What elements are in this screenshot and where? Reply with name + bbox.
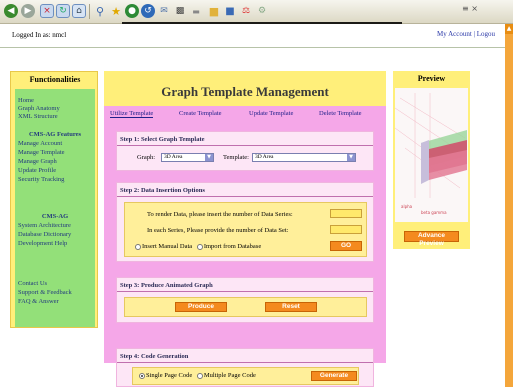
preview-title: Preview: [417, 74, 446, 83]
code-type-radios: Single Page Code Multiple Page Code: [139, 372, 256, 379]
sidebar-item-security-tracking[interactable]: Security Tracking: [18, 176, 64, 183]
messenger-icon[interactable]: ■: [223, 4, 237, 18]
produce-box: Produce Reset: [124, 297, 367, 317]
edit-icon[interactable]: ▬: [189, 4, 203, 18]
multiple-page-label: Multiple Page Code: [203, 372, 256, 379]
data-options-box: To render Data, please insert the number…: [124, 202, 367, 257]
sidebar-item-xml-structure[interactable]: XML Structure: [18, 113, 58, 120]
search-icon[interactable]: ⚲: [93, 4, 107, 18]
folder-icon[interactable]: ■: [207, 4, 221, 18]
tab-create-template[interactable]: Create Template: [179, 110, 222, 117]
media-icon[interactable]: ●: [125, 4, 139, 18]
data-series-label: To render Data, please insert the number…: [147, 211, 293, 218]
step-produce-graph: Step 3: Produce Animated Graph Produce R…: [116, 277, 374, 323]
forward-icon[interactable]: ▶: [21, 4, 35, 18]
sidebar-section-cms-features: CMS-AG Features: [28, 131, 82, 138]
sidebar-item-database-dictionary[interactable]: Database Dictionary: [18, 231, 71, 238]
import-database-radio[interactable]: [196, 243, 203, 250]
tab-utilize-template[interactable]: Utilize Template: [110, 110, 154, 118]
tab-update-template[interactable]: Update Template: [249, 110, 293, 117]
step1-title: Step 1: Select Graph Template: [120, 136, 205, 143]
stop-icon[interactable]: ×: [40, 4, 54, 18]
page-title: Graph Template Management: [161, 84, 329, 99]
data-series-input[interactable]: [330, 209, 362, 218]
print-icon[interactable]: ▩: [173, 4, 187, 18]
step-select-template: Step 1: Select Graph Template Graph: 3D …: [116, 131, 374, 171]
main-header: Graph Template Management: [104, 71, 386, 109]
graph-label: Graph:: [137, 154, 156, 161]
step2-title: Step 2: Data Insertion Options: [120, 187, 205, 194]
tools-icon[interactable]: ⚙: [255, 4, 269, 18]
step1-divider: [117, 145, 373, 146]
sidebar-item-update-profile[interactable]: Update Profile: [18, 167, 56, 174]
single-page-label: Single Page Code: [146, 372, 193, 379]
template-select-value: 3D Area: [255, 154, 274, 160]
graph-preview-image: alpha beta gamma: [395, 88, 468, 222]
window-controls[interactable]: ≡ ×: [462, 4, 478, 13]
graph-select-value: 3D Area: [164, 154, 183, 160]
step3-title: Step 3: Produce Animated Graph: [120, 282, 213, 289]
step-code-generation: Step 4: Code Generation Single Page Code…: [116, 348, 374, 387]
multiple-page-radio[interactable]: [196, 372, 203, 379]
svg-text:beta gamma: beta gamma: [421, 210, 447, 215]
sidebar-item-manage-template[interactable]: Manage Template: [18, 149, 65, 156]
data-set-input[interactable]: [330, 225, 362, 234]
preview-graphic: alpha beta gamma: [395, 88, 468, 222]
step4-divider: [117, 362, 373, 363]
sidebar-item-faq-answer[interactable]: FAQ & Answer: [18, 298, 59, 305]
template-tabs: Utilize Template Create Template Update …: [108, 110, 380, 120]
sidebar-item-home[interactable]: Home: [18, 97, 34, 104]
advance-preview-button[interactable]: Advance Preview: [404, 231, 459, 247]
header-divider: [0, 47, 505, 48]
chevron-down-icon: ▼: [347, 154, 355, 161]
go-button[interactable]: GO: [330, 241, 362, 251]
sidebar-title: Functionalities: [29, 75, 81, 84]
chevron-down-icon: ▼: [205, 154, 213, 161]
preview-panel: Preview alpha beta gamma Advance Preview: [393, 71, 470, 249]
template-label: Template:: [223, 154, 249, 161]
template-select[interactable]: 3D Area ▼: [252, 153, 356, 162]
svg-text:alpha: alpha: [401, 204, 413, 209]
scroll-up-icon[interactable]: ▲: [505, 24, 513, 34]
sidebar-item-manage-account[interactable]: Manage Account: [18, 140, 62, 147]
code-generation-box: Single Page Code Multiple Page Code Gene…: [132, 367, 359, 385]
manual-data-radio[interactable]: [135, 243, 141, 250]
sidebar-section-cms-ag: CMS-AG: [41, 213, 69, 220]
history-icon[interactable]: ↺: [141, 4, 155, 18]
tab-delete-template[interactable]: Delete Template: [319, 110, 362, 117]
sidebar-item-development-help[interactable]: Development Help: [18, 240, 67, 247]
functionalities-sidebar: Functionalities Home Graph Anatomy XML S…: [10, 71, 98, 328]
import-database-label: Import from Database: [203, 243, 262, 250]
sidebar-item-system-architecture[interactable]: System Architecture: [18, 222, 71, 229]
sidebar-item-graph-anatomy[interactable]: Graph Anatomy: [18, 105, 60, 112]
insertion-method-radios: Insert Manual Data Import from Database: [135, 243, 261, 250]
manual-data-label: Insert Manual Data: [142, 243, 193, 250]
data-set-label: In each Series, Please provide the numbe…: [147, 227, 289, 234]
vertical-scrollbar[interactable]: ▲: [505, 24, 513, 387]
step2-divider: [117, 196, 373, 197]
step4-title: Step 4: Code Generation: [120, 353, 189, 360]
mail-icon[interactable]: ✉: [157, 4, 171, 18]
toolbar-separator: [89, 4, 90, 19]
reset-button[interactable]: Reset: [265, 302, 317, 312]
sidebar-item-contact-us[interactable]: Contact Us: [18, 280, 47, 287]
research-icon[interactable]: ⚖: [239, 4, 253, 18]
browser-toolbar: ◀ ▶ × ↻ ⌂ ⚲ ★ ● ↺ ✉ ▩ ▬ ■ ■ ⚖ ⚙ ≡ ×: [0, 0, 513, 28]
step3-divider: [117, 291, 373, 292]
sidebar-menu: Home Graph Anatomy XML Structure CMS-AG …: [15, 89, 95, 327]
account-links[interactable]: My Account | Logou: [437, 30, 495, 38]
back-icon[interactable]: ◀: [4, 4, 18, 18]
refresh-icon[interactable]: ↻: [56, 4, 70, 18]
logged-in-status: Logged In as: nmcl: [12, 31, 67, 39]
generate-button[interactable]: Generate: [311, 371, 357, 381]
home-icon[interactable]: ⌂: [72, 4, 86, 18]
single-page-radio[interactable]: [139, 372, 145, 379]
sidebar-item-support-feedback[interactable]: Support & Feedback: [18, 289, 72, 296]
favorites-icon[interactable]: ★: [109, 4, 123, 18]
produce-button[interactable]: Produce: [175, 302, 227, 312]
sidebar-item-manage-graph[interactable]: Manage Graph: [18, 158, 57, 165]
step-data-insertion: Step 2: Data Insertion Options To render…: [116, 182, 374, 262]
graph-select[interactable]: 3D Area ▼: [161, 153, 214, 162]
